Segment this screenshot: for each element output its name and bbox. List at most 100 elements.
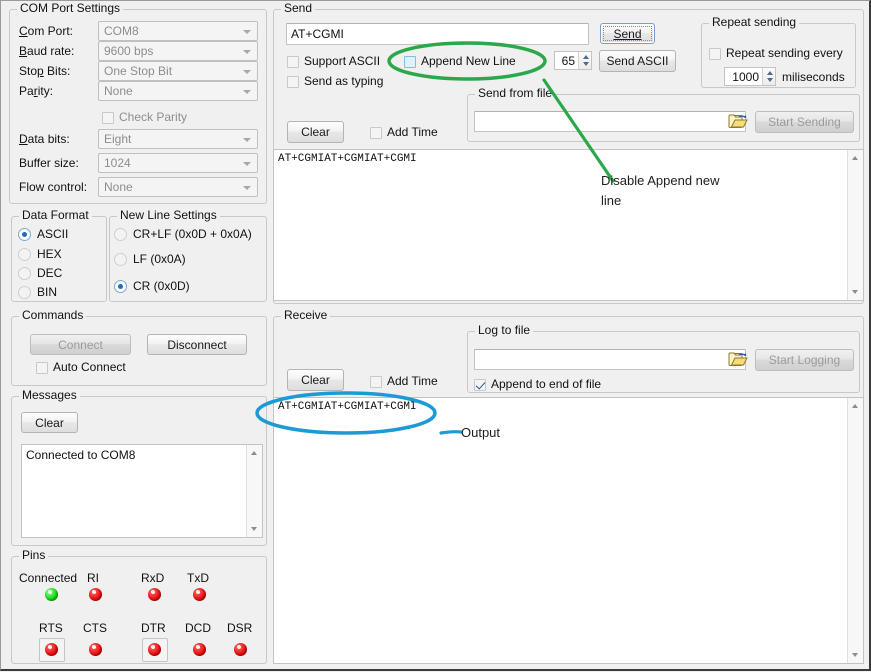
pin-led-connected [45,588,58,601]
support-ascii-checkbox[interactable]: Support ASCII [287,55,380,68]
stop-bits-label: Stop Bits: [19,64,70,78]
send-as-typing-checkbox[interactable]: Send as typing [287,75,383,88]
send-from-file-path-input[interactable] [474,111,746,132]
baud-rate-label: Baud rate: [19,44,74,58]
start-sending-button[interactable]: Start Sending [755,111,854,133]
receive-clear-button[interactable]: Clear [287,369,344,391]
repeat-sending-title: Repeat sending [709,16,799,28]
receive-add-time-label: Add Time [387,375,438,388]
checkbox-box [370,127,382,139]
send-output-scrollbar[interactable] [847,150,863,300]
buffer-size-select[interactable]: 1024 [98,153,258,173]
scroll-down-icon[interactable] [848,648,863,663]
com-port-select[interactable]: COM8 [98,21,258,41]
checkbox-box [474,379,486,391]
pin-label-dsr: DSR [227,621,252,635]
connect-button[interactable]: Connect [30,334,131,355]
spinner-up-down-icon[interactable] [578,52,591,69]
start-logging-button[interactable]: Start Logging [755,349,854,371]
send-ascii-label: Send ASCII [606,54,668,68]
append-to-end-checkbox[interactable]: Append to end of file [474,378,601,391]
data-bits-select[interactable]: Eight [98,129,258,149]
receive-output-text: AT+CGMIAT+CGMIAT+CGMI [274,398,863,416]
check-parity-checkbox[interactable]: Check Parity [102,111,187,124]
radio-data-format-hex[interactable]: HEX [18,248,62,261]
send-add-time-checkbox[interactable]: Add Time [370,126,438,139]
checkbox-box [287,56,299,68]
open-folder-icon[interactable] [728,113,748,130]
receive-add-time-checkbox[interactable]: Add Time [370,375,438,388]
baud-rate-select[interactable]: 9600 bps [98,41,258,61]
send-as-typing-label: Send as typing [304,75,383,88]
log-to-file-title: Log to file [475,324,533,336]
flow-control-select[interactable]: None [98,177,258,197]
send-command-input[interactable]: AT+CGMI [286,23,589,45]
ascii-code-spinner[interactable]: 65 [554,51,592,70]
parity-select[interactable]: None [98,81,258,101]
radio-data-format-dec[interactable]: DEC [18,267,62,280]
radio-circle [18,228,31,241]
append-new-line-checkbox[interactable]: Append New Line [404,55,516,68]
receive-title: Receive [281,309,330,321]
repeat-interval-spinner[interactable]: 1000 [724,67,776,86]
chevron-down-icon [243,162,251,166]
scroll-up-icon[interactable] [848,398,863,413]
pin-label-connected: Connected [19,571,77,585]
messages-scrollbar[interactable] [246,445,262,537]
connect-button-label: Connect [58,338,103,352]
parity-label: Parity: [19,84,53,98]
pin-label-dtr: DTR [141,621,166,635]
radio-circle [18,267,31,280]
radio-newline-lf[interactable]: LF (0x0A) [114,253,186,266]
parity-value: None [104,84,133,98]
repeat-interval-unit: miliseconds [782,70,845,84]
scroll-up-icon[interactable] [247,445,262,460]
buffer-size-label: Buffer size: [19,156,79,170]
pin-label-cts: CTS [83,621,107,635]
support-ascii-label: Support ASCII [304,55,380,68]
send-add-time-label: Add Time [387,126,438,139]
pin-led-cts [89,643,102,656]
pin-led-dtr [148,643,161,656]
send-ascii-button[interactable]: Send ASCII [599,50,676,72]
send-clear-label: Clear [301,125,330,139]
chevron-down-icon [243,30,251,34]
check-parity-label: Check Parity [119,111,187,124]
checkbox-box [370,376,382,388]
open-folder-icon[interactable] [728,351,748,368]
messages-output-text: Connected to COM8 [22,445,262,465]
disconnect-button[interactable]: Disconnect [147,334,247,355]
pin-label-dcd: DCD [185,621,211,635]
log-to-file-path-input[interactable] [474,349,746,370]
radio-data-format-ascii[interactable]: ASCII [18,228,68,241]
repeat-interval-value: 1000 [725,70,762,84]
pin-label-txd: TxD [187,571,209,585]
scroll-down-icon[interactable] [247,522,262,537]
scroll-up-icon[interactable] [848,150,863,165]
auto-connect-checkbox[interactable]: Auto Connect [36,361,126,374]
radio-label: BIN [37,286,57,299]
send-command-value: AT+CGMI [291,27,344,41]
spinner-up-down-icon[interactable] [762,68,775,85]
send-button[interactable]: Send [600,23,655,44]
app-window: COM Port Settings Com Port: COM8 Baud ra… [0,0,871,671]
stop-bits-value: One Stop Bit [104,64,172,78]
receive-output-area[interactable]: AT+CGMIAT+CGMIAT+CGMI [273,397,864,664]
pin-label-ri: RI [87,571,99,585]
com-port-settings-title: COM Port Settings [17,2,123,14]
pin-led-dsr [234,643,247,656]
append-to-end-label: Append to end of file [491,378,601,391]
radio-newline-crlf[interactable]: CR+LF (0x0D + 0x0A) [114,228,252,241]
send-clear-button[interactable]: Clear [287,121,344,143]
flow-control-value: None [104,180,133,194]
radio-newline-cr[interactable]: CR (0x0D) [114,280,190,293]
messages-output-area[interactable]: Connected to COM8 [21,444,263,538]
repeat-sending-checkbox[interactable]: Repeat sending every [709,47,843,60]
messages-clear-button[interactable]: Clear [21,412,78,433]
radio-data-format-bin[interactable]: BIN [18,286,57,299]
stop-bits-select[interactable]: One Stop Bit [98,61,258,81]
annotation-output-text: Output [461,423,500,443]
scroll-down-icon[interactable] [848,285,863,300]
receive-output-scrollbar[interactable] [847,398,863,663]
chevron-down-icon [243,138,251,142]
